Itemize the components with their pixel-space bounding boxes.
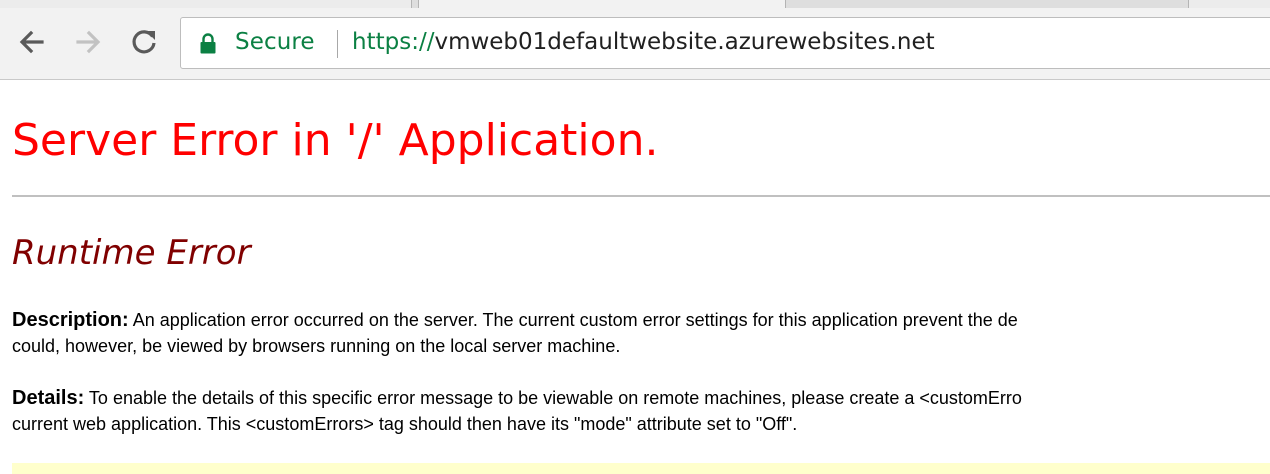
tab-strip	[0, 0, 1270, 9]
forward-button[interactable]	[70, 24, 106, 60]
url-text[interactable]: https://vmweb01defaultwebsite.azurewebsi…	[352, 29, 935, 55]
browser-toolbar: Secure https://vmweb01defaultwebsite.azu…	[0, 8, 1270, 80]
url-host: vmweb01defaultwebsite.azurewebsites.net	[434, 29, 935, 55]
error-subtitle: Runtime Error	[12, 233, 251, 273]
url-scheme: https://	[352, 29, 435, 55]
description-text-1: An application error occurred on the ser…	[128, 310, 1018, 330]
arrow-right-icon	[76, 30, 101, 54]
divider	[12, 195, 1270, 197]
reload-button[interactable]	[126, 24, 162, 60]
description-line-1: Description: An application error occurr…	[12, 307, 1270, 333]
security-label[interactable]: Secure	[235, 29, 315, 55]
details-text-1: To enable the details of this specific e…	[84, 388, 1022, 408]
arrow-left-icon	[19, 30, 44, 54]
lock-icon	[200, 33, 216, 54]
back-button[interactable]	[14, 24, 50, 60]
address-bar-divider	[337, 30, 338, 58]
address-bar[interactable]: Secure https://vmweb01defaultwebsite.azu…	[180, 17, 1270, 69]
page-title: Server Error in '/' Application.	[12, 115, 659, 166]
page-content: Server Error in '/' Application. Runtime…	[0, 81, 1270, 474]
details-line-2: current web application. This <customErr…	[12, 414, 798, 434]
details-line-1: Details: To enable the details of this s…	[12, 385, 1270, 411]
details-label: Details:	[12, 387, 85, 409]
reload-icon	[132, 30, 156, 54]
description-line-2: could, however, be viewed by browsers ru…	[12, 336, 621, 356]
config-code-box	[12, 463, 1270, 474]
description-label: Description:	[12, 309, 129, 331]
details-paragraph: Details: To enable the details of this s…	[12, 385, 1270, 437]
description-paragraph: Description: An application error occurr…	[12, 307, 1270, 359]
